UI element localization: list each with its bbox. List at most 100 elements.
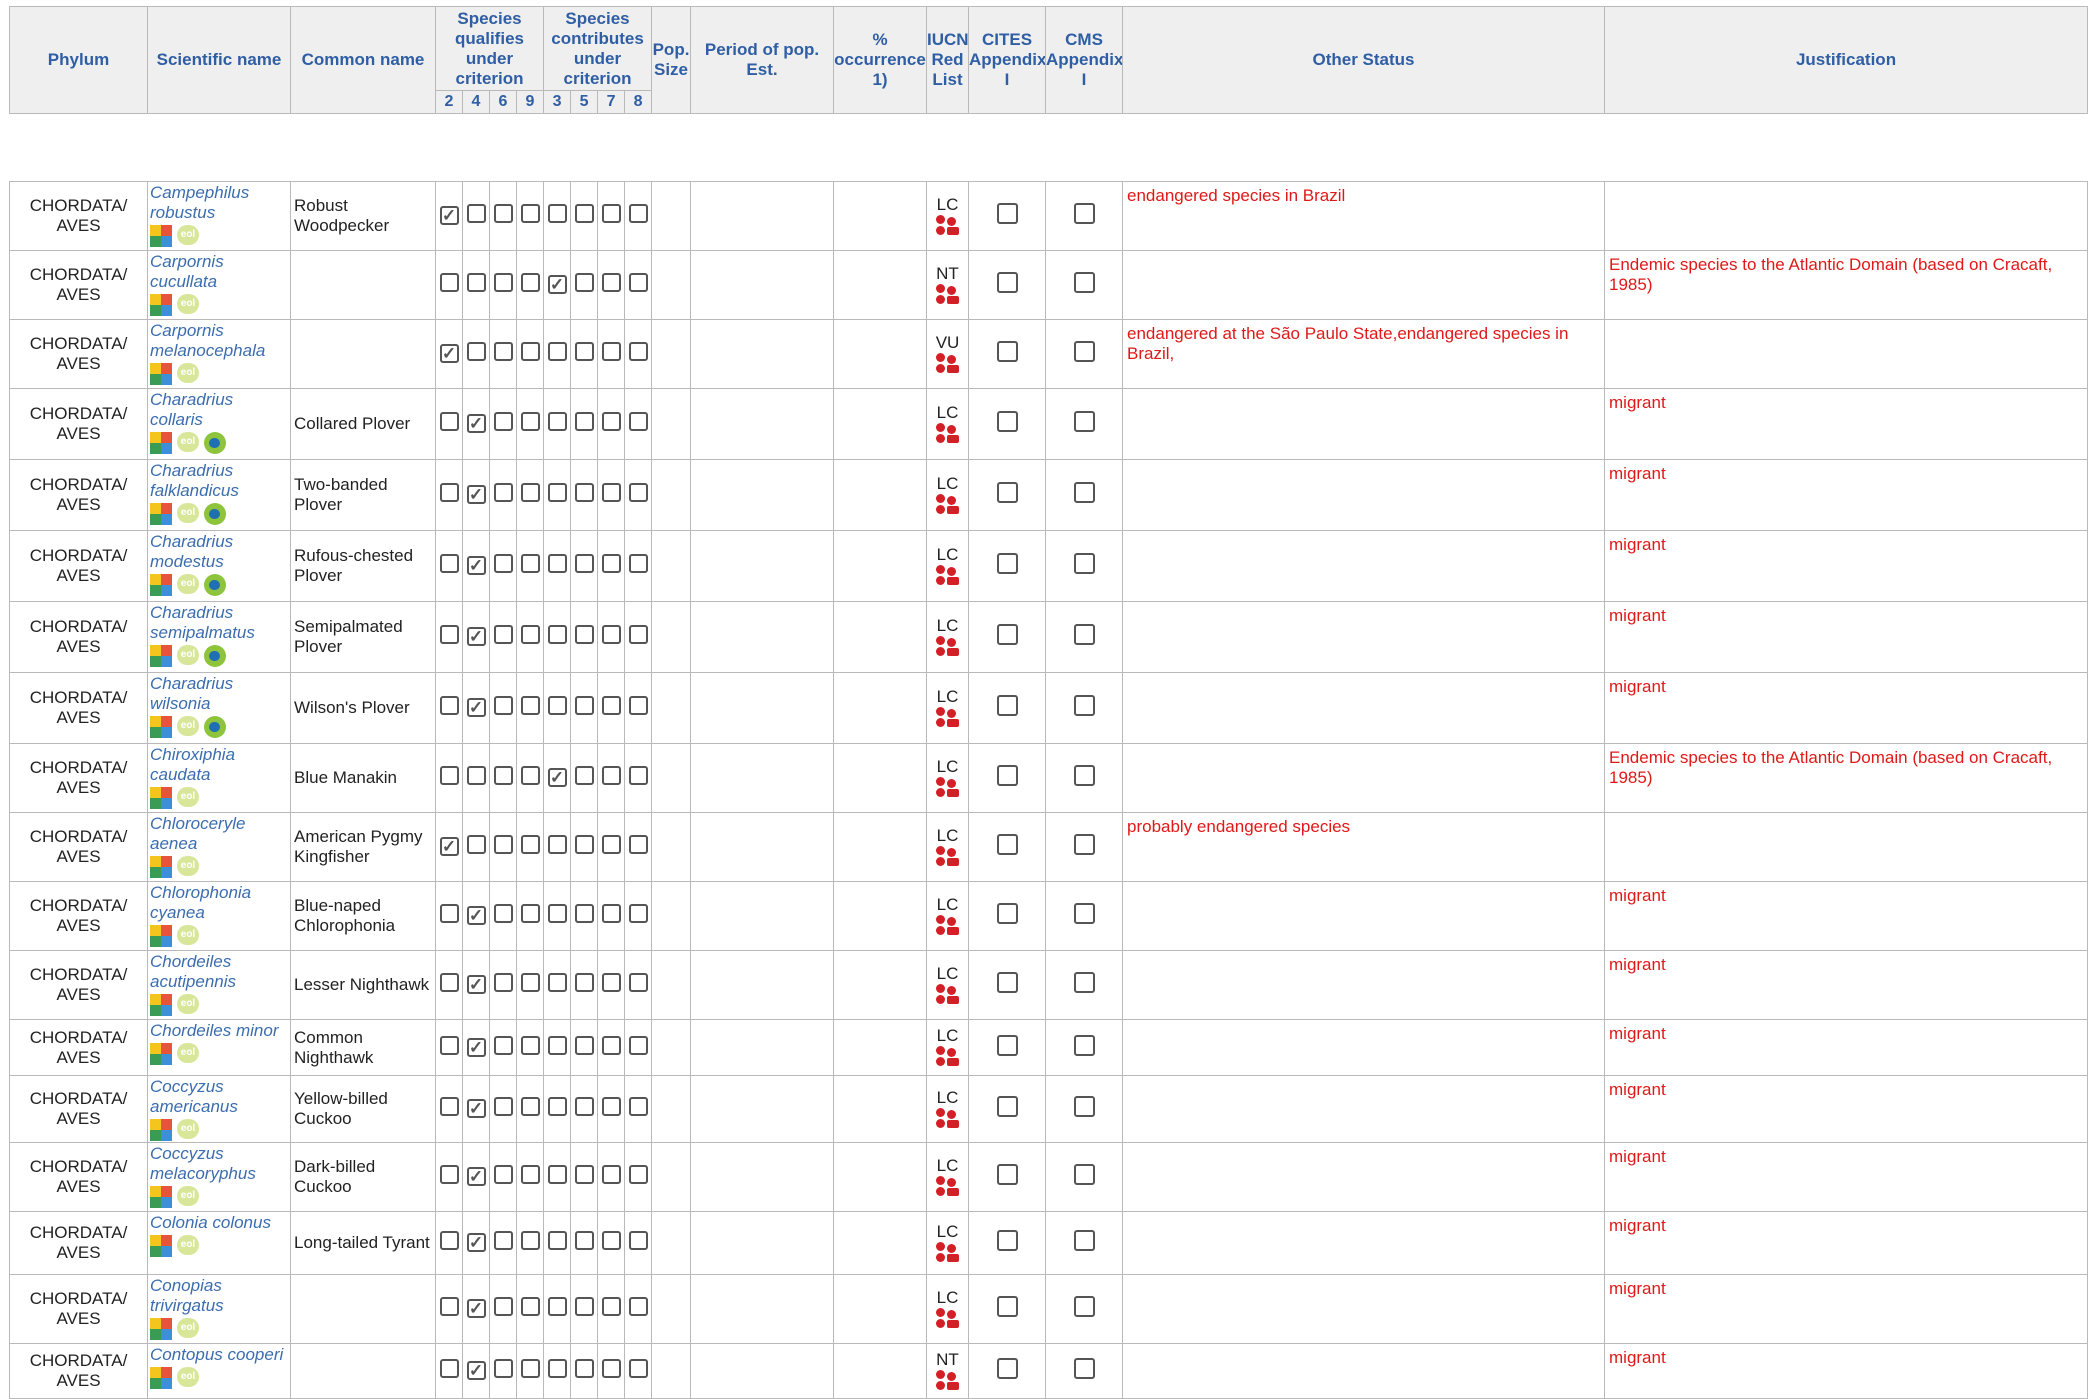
cites-checkbox[interactable] xyxy=(996,1358,1018,1379)
iucn-logo-icon[interactable] xyxy=(935,564,960,587)
cms-checkbox[interactable] xyxy=(1073,1230,1095,1251)
gbif-icon[interactable] xyxy=(150,1318,172,1340)
criterion-checkbox[interactable] xyxy=(628,904,648,923)
iucn-logo-icon[interactable] xyxy=(935,635,960,658)
cites-checkbox[interactable] xyxy=(996,972,1018,993)
gbif-icon[interactable] xyxy=(150,1235,172,1257)
criterion-checkbox[interactable] xyxy=(628,1165,648,1184)
criterion-checkbox[interactable] xyxy=(547,1297,567,1316)
criterion-checkbox[interactable] xyxy=(493,342,513,361)
criterion-checkbox[interactable] xyxy=(520,835,540,854)
criterion-checkbox[interactable] xyxy=(439,554,459,573)
gbif-icon[interactable] xyxy=(150,432,172,454)
criterion-checkbox[interactable]: ✓ xyxy=(466,1233,486,1252)
criterion-checkbox[interactable]: ✓ xyxy=(547,275,567,294)
iucn-logo-icon[interactable] xyxy=(935,1175,960,1198)
criterion-checkbox[interactable] xyxy=(628,1297,648,1316)
criterion-checkbox[interactable] xyxy=(493,696,513,715)
criterion-checkbox[interactable] xyxy=(574,412,594,431)
criterion-checkbox[interactable] xyxy=(493,204,513,223)
criterion-checkbox[interactable] xyxy=(439,696,459,715)
criterion-checkbox[interactable] xyxy=(493,412,513,431)
cites-checkbox[interactable] xyxy=(996,1034,1018,1056)
criterion-checkbox[interactable] xyxy=(439,1297,459,1316)
criterion-checkbox[interactable]: ✓ xyxy=(439,206,459,225)
scientific-name-link[interactable]: Colonia colonus xyxy=(150,1213,271,1232)
iucn-logo-icon[interactable] xyxy=(935,845,960,868)
criterion-checkbox[interactable] xyxy=(439,625,459,644)
criterion-checkbox[interactable]: ✓ xyxy=(466,1361,486,1380)
criterion-checkbox[interactable]: ✓ xyxy=(439,344,459,363)
cms-checkbox[interactable] xyxy=(1073,624,1095,645)
criterion-checkbox[interactable] xyxy=(628,554,648,573)
criterion-checkbox[interactable] xyxy=(574,1359,594,1378)
cites-checkbox[interactable] xyxy=(996,695,1018,716)
eol-icon[interactable]: eol xyxy=(177,787,199,807)
criterion-checkbox[interactable] xyxy=(520,342,540,361)
criterion-checkbox[interactable] xyxy=(547,1097,567,1116)
cites-checkbox[interactable] xyxy=(996,903,1018,924)
criterion-checkbox[interactable] xyxy=(520,1165,540,1184)
eol-icon[interactable]: eol xyxy=(177,432,199,452)
cites-checkbox[interactable] xyxy=(996,203,1018,224)
criterion-checkbox[interactable] xyxy=(601,904,621,923)
scientific-name-link[interactable]: Coccyzus melacoryphus xyxy=(150,1144,256,1183)
criterion-checkbox[interactable] xyxy=(574,973,594,992)
gbif-icon[interactable] xyxy=(150,716,172,738)
criterion-checkbox[interactable] xyxy=(520,1359,540,1378)
criterion-checkbox[interactable] xyxy=(439,1165,459,1184)
criterion-checkbox[interactable] xyxy=(601,412,621,431)
criterion-checkbox[interactable] xyxy=(439,973,459,992)
criterion-checkbox[interactable] xyxy=(493,1297,513,1316)
criterion-checkbox[interactable] xyxy=(547,412,567,431)
iucn-logo-icon[interactable] xyxy=(935,214,960,237)
cites-checkbox[interactable] xyxy=(996,834,1018,855)
criterion-checkbox[interactable] xyxy=(628,696,648,715)
scientific-name-link[interactable]: Campephilus robustus xyxy=(150,183,249,222)
criterion-checkbox[interactable] xyxy=(493,1035,513,1055)
scientific-name-link[interactable]: Contopus cooperi xyxy=(150,1345,283,1364)
criterion-checkbox[interactable] xyxy=(628,766,648,785)
criterion-checkbox[interactable] xyxy=(547,1231,567,1250)
scientific-name-link[interactable]: Conopias trivirgatus xyxy=(150,1276,224,1315)
eol-icon[interactable]: eol xyxy=(177,925,199,945)
criterion-checkbox[interactable] xyxy=(520,766,540,785)
cms-checkbox[interactable] xyxy=(1073,1358,1095,1379)
eol-icon[interactable]: eol xyxy=(177,503,199,523)
criterion-checkbox[interactable] xyxy=(439,1359,459,1378)
iucn-logo-icon[interactable] xyxy=(935,1307,960,1330)
cites-checkbox[interactable] xyxy=(996,482,1018,503)
eol-icon[interactable]: eol xyxy=(177,363,199,383)
iucn-logo-icon[interactable] xyxy=(935,706,960,729)
criterion-checkbox[interactable] xyxy=(466,766,486,785)
cites-checkbox[interactable] xyxy=(996,341,1018,362)
eol-icon[interactable]: eol xyxy=(177,1043,199,1063)
cms-checkbox[interactable] xyxy=(1073,272,1095,293)
criterion-checkbox[interactable] xyxy=(493,1097,513,1116)
gbif-icon[interactable] xyxy=(150,363,172,385)
avibase-icon[interactable] xyxy=(204,503,226,525)
criterion-checkbox[interactable] xyxy=(520,973,540,992)
avibase-icon[interactable] xyxy=(204,645,226,667)
criterion-checkbox[interactable] xyxy=(439,1097,459,1116)
cms-checkbox[interactable] xyxy=(1073,765,1095,786)
criterion-checkbox[interactable] xyxy=(628,204,648,223)
criterion-checkbox[interactable] xyxy=(493,625,513,644)
cms-checkbox[interactable] xyxy=(1073,1096,1095,1117)
cites-checkbox[interactable] xyxy=(996,411,1018,432)
criterion-checkbox[interactable] xyxy=(628,273,648,292)
scientific-name-link[interactable]: Chordeiles acutipennis xyxy=(150,952,236,991)
criterion-checkbox[interactable] xyxy=(547,1035,567,1055)
criterion-checkbox[interactable] xyxy=(493,973,513,992)
cms-checkbox[interactable] xyxy=(1073,903,1095,924)
cites-checkbox[interactable] xyxy=(996,553,1018,574)
eol-icon[interactable]: eol xyxy=(177,1367,199,1387)
criterion-checkbox[interactable] xyxy=(574,554,594,573)
criterion-checkbox[interactable] xyxy=(601,835,621,854)
cms-checkbox[interactable] xyxy=(1073,341,1095,362)
cms-checkbox[interactable] xyxy=(1073,695,1095,716)
gbif-icon[interactable] xyxy=(150,994,172,1016)
criterion-checkbox[interactable] xyxy=(574,483,594,502)
iucn-logo-icon[interactable] xyxy=(935,1107,960,1130)
criterion-checkbox[interactable] xyxy=(493,1165,513,1184)
